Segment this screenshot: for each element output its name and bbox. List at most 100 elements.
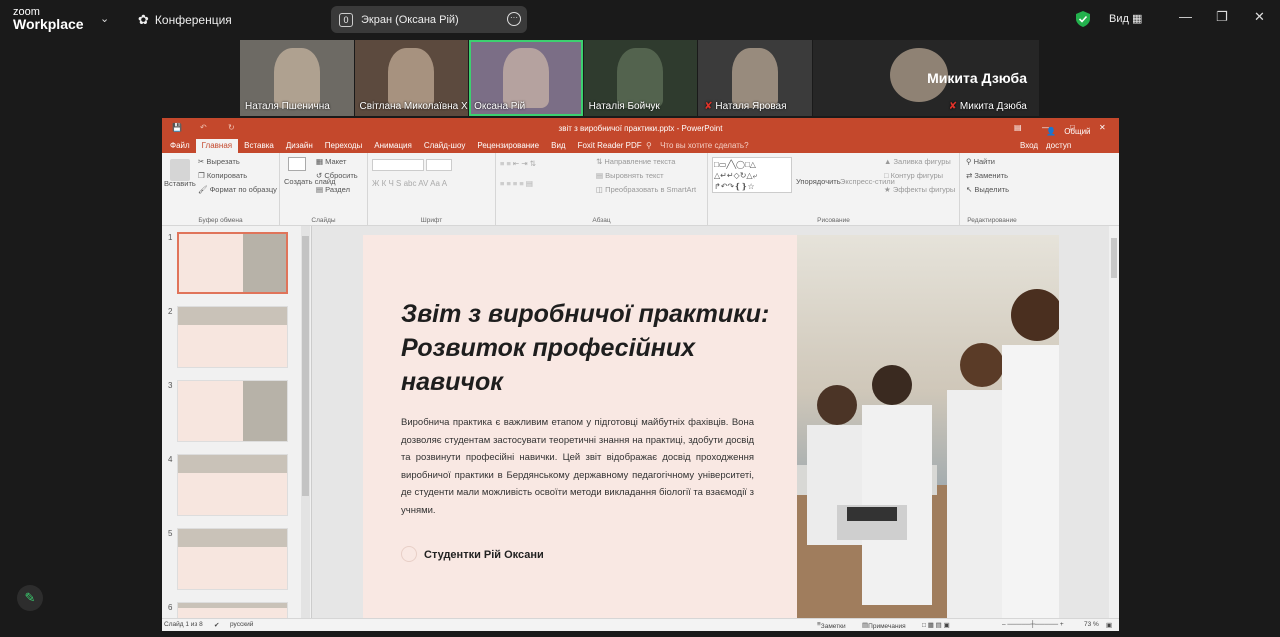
participant-video [731,48,778,108]
layout-button[interactable]: ▦ Макет [316,157,346,166]
shape-fill-button[interactable]: ▲ Заливка фигуры [884,157,951,166]
status-bar: Слайд 1 из 8 ✔ русский ≡ Заметки ▤ Приме… [162,618,1119,631]
shape-outline-button[interactable]: □ Контур фигуры [884,171,943,180]
participant-tile[interactable]: Оксана Рій [469,40,583,116]
zoom-logo[interactable]: zoom Workplace [13,6,84,31]
ribbon-tab[interactable]: Дизайн [280,139,319,153]
students-lab-photo[interactable] [797,235,1063,626]
paste-icon[interactable] [170,159,190,181]
restore-button[interactable]: ❐ [1216,9,1228,25]
thumbnail-preview [178,307,287,325]
find-button[interactable]: ⚲ Найти [966,157,995,166]
arrange-button[interactable]: Упорядочить [796,177,841,186]
slide-number: 3 [168,381,173,390]
meeting-info-button[interactable]: ✿ Конференция [138,12,232,28]
annotate-pen-button[interactable]: ✎ [17,585,43,611]
participant-tile[interactable]: ✘ Наталя Яровая [698,40,812,116]
font-size-input[interactable] [426,159,452,171]
screen-share-indicator[interactable]: 0 Экран (Оксана Рій) ··· [331,6,527,33]
paste-button[interactable]: Вставить [164,179,196,188]
font-format-buttons[interactable]: Ж К Ч S abc AV Aa A [372,179,447,188]
comments-button[interactable]: ▤ Примечания [862,621,906,630]
ribbon-tab[interactable]: Анимация [368,139,418,153]
ribbon-tab[interactable]: Главная [195,139,239,153]
copy-button[interactable]: ❐ Копировать [198,171,247,180]
vertical-scrollbar[interactable] [1109,226,1119,621]
participant-name: Оксана Рій [474,101,526,112]
ribbon-tab[interactable]: Переходы [319,139,369,153]
ribbon-tab[interactable]: Foxit Reader PDF [572,139,648,153]
ribbon-tab[interactable]: Рецензирование [471,139,545,153]
share-button[interactable]: 👤 Общий доступ [1040,125,1119,153]
security-shield-icon[interactable] [1076,11,1090,32]
fit-slide-icon[interactable]: ▣ [1106,621,1112,629]
slide-thumbnail[interactable] [177,454,288,516]
minimize-button[interactable]: — [1179,9,1192,24]
zoom-slider[interactable]: – ─────┼───── + [1002,621,1064,628]
share-count-badge: 0 [339,12,353,27]
shape-effects-button[interactable]: ★ Эффекты фигуры [884,185,955,194]
participant-strip: Наталя Пшенична Світлана Миколаївна Хат..… [240,40,1040,116]
shapes-gallery[interactable]: □▭╱╲◯□△ △↵↵◇↻△⤶ ↱↶↷❴❵☆ [712,157,792,193]
share-label: Экран (Оксана Рій) [361,13,459,26]
slides-group: Создать слайд ▦ Макет ↺ Сбросить ▤ Разде… [280,153,368,226]
language-label[interactable]: русский [230,621,253,628]
author-circle-decoration [401,546,417,562]
select-button[interactable]: ↖ Выделить [966,185,1009,194]
ribbon-tab[interactable]: Слайд-шоу [418,139,471,153]
ribbon-display-icon[interactable]: ▤ [1014,123,1022,132]
replace-button[interactable]: ⇄ Заменить [966,171,1008,180]
participant-video [388,48,435,108]
format-painter-button[interactable]: 🖌 Формат по образцу [198,185,277,194]
ribbon-tab[interactable]: Вставка [238,139,280,153]
text-direction-button[interactable]: ⇅ Направление текста [596,157,675,166]
cut-button[interactable]: ✂ Вырезать [198,157,240,166]
ribbon-tab[interactable]: Вид [545,139,571,153]
slide-body-text[interactable]: Виробнича практика є важливим етапом у п… [401,414,754,519]
slide-thumbnail[interactable] [177,380,288,442]
slide-author[interactable]: Студентки Рій Оксани [424,549,544,561]
participant-tile[interactable]: Наталя Пшенична [240,40,354,116]
tell-me-box[interactable]: ⚲ Что вы хотите сделать? [640,139,761,153]
slide-title[interactable]: Звіт з виробничої практики: Розвиток про… [401,297,781,399]
slide-number: 5 [168,529,173,538]
participant-tile[interactable]: Світлана Миколаївна Хат... [354,40,469,116]
notes-button[interactable]: ≡ Заметки [817,621,846,630]
scroll-thumb[interactable] [1111,238,1117,278]
paw-icon: ✿ [138,12,149,27]
thumbnail-scroll-thumb[interactable] [302,236,309,496]
new-slide-icon[interactable] [288,157,306,171]
zoom-top-bar: zoom Workplace ⌄ ✿ Конференция 0 Экран (… [0,0,1280,38]
chevron-down-icon[interactable]: ⌄ [100,12,109,25]
paragraph-group: ≡ ≡ ⇤ ⇥ ⇅ ≡ ≡ ≡ ≡ ▤ ⇅ Направление текста… [496,153,708,226]
close-button[interactable]: ✕ [1254,9,1265,25]
align-text-button[interactable]: ▤ Выровнять текст [596,171,664,180]
slide-thumbnail[interactable] [177,232,288,294]
participant-video [617,48,664,108]
ribbon-tab[interactable]: Файл [164,139,196,153]
slide-thumbnails-pane: 1 2 3 4 5 6 [162,226,312,621]
reset-button[interactable]: ↺ Сбросить [316,171,358,180]
mic-muted-icon: ✘ [948,101,960,112]
align-buttons[interactable]: ≡ ≡ ≡ ≡ ▤ [500,179,533,188]
thumbnail-scrollbar[interactable] [301,226,310,621]
thumbnail-preview [178,455,287,473]
section-button[interactable]: ▤ Раздел [316,185,350,194]
list-buttons[interactable]: ≡ ≡ ⇤ ⇥ ⇅ [500,159,536,168]
participant-name: Наталя Пшенична [245,101,330,112]
current-slide[interactable]: Звіт з виробничої практики: Розвиток про… [363,235,1063,626]
zoom-level[interactable]: 73 % [1084,621,1099,628]
spellcheck-icon[interactable]: ✔ [214,621,219,629]
view-mode-buttons[interactable]: □ ▦ ▤ ▣ [922,621,950,629]
more-options-icon[interactable]: ··· [507,12,521,26]
smartart-button[interactable]: ◫ Преобразовать в SmartArt [596,185,696,194]
participant-tile[interactable]: ✘ Микита Дзюба Микита Дзюба [812,40,1039,116]
slide-number: 6 [168,603,173,612]
slide-thumbnail[interactable] [177,306,288,368]
slide-thumbnail[interactable] [177,528,288,590]
participant-tile[interactable]: Наталія Бойчук [583,40,698,116]
powerpoint-window: 💾 ↶ ↻ звіт з виробничої практики.pptx - … [162,118,1119,631]
view-button[interactable]: Вид ▦ [1109,12,1142,25]
font-name-input[interactable] [372,159,424,171]
drawing-group: □▭╱╲◯□△ △↵↵◇↻△⤶ ↱↶↷❴❵☆ Упорядочить Экспрес… [708,153,960,226]
